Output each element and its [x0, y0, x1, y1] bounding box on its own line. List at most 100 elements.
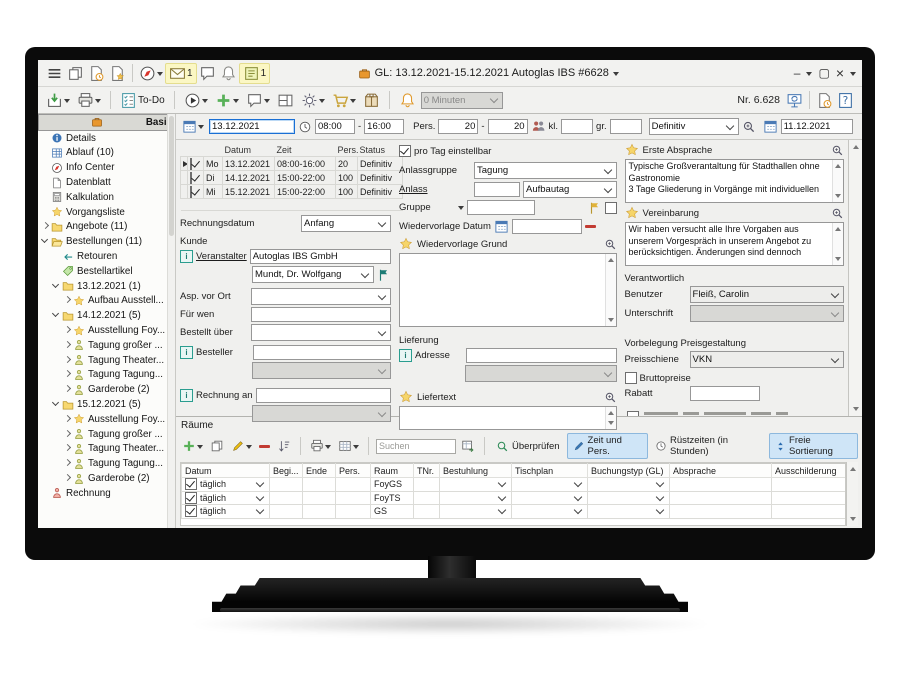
anlass-select[interactable]: Aufbautag — [523, 181, 617, 198]
info-center-button[interactable] — [137, 64, 165, 83]
tree-expander[interactable] — [52, 267, 61, 276]
sort-button[interactable] — [275, 438, 293, 454]
table-view-button[interactable] — [336, 438, 361, 454]
zeit-pers-toggle[interactable]: Zeit und Pers. — [567, 433, 648, 459]
col-ausschilderung[interactable]: Ausschilderung — [772, 464, 846, 478]
col-buchungstyp[interactable]: Buchungstyp (GL) — [588, 464, 670, 478]
scroll-down-icon[interactable] — [835, 194, 841, 201]
tree-expander[interactable] — [63, 341, 72, 350]
todo-button[interactable]: To-Do — [118, 91, 167, 110]
col-tischplan[interactable]: Tischplan — [512, 464, 588, 478]
vereinbarung-textarea[interactable]: Wir haben versucht alle Ihre Vorgaben au… — [625, 222, 845, 266]
reminder-button[interactable] — [397, 91, 418, 110]
bruttopreise-checkbox[interactable] — [625, 372, 637, 384]
gr-input[interactable] — [610, 119, 642, 134]
settings-button[interactable] — [299, 91, 327, 110]
chevron-down-icon[interactable] — [256, 493, 264, 501]
sidebar-item[interactable]: Tagung Theater... — [38, 353, 175, 368]
room-ende[interactable] — [303, 478, 336, 492]
room-pers[interactable] — [336, 505, 371, 519]
sidebar-item[interactable]: Tagung großer ... — [38, 338, 175, 353]
day-checkbox[interactable] — [190, 186, 192, 198]
export-button[interactable] — [44, 91, 72, 110]
print-button[interactable] — [75, 91, 103, 110]
wv-datum-input[interactable] — [512, 219, 582, 234]
day-row[interactable]: Mi 15.12.2021 15:00-22:00 100 Definitiv — [181, 185, 403, 199]
sidebar-item[interactable]: Rechnung — [38, 486, 175, 501]
room-beginn[interactable] — [270, 505, 303, 519]
col-beginn[interactable]: Begi... — [270, 464, 303, 478]
textbox-scrollbar[interactable] — [832, 223, 843, 265]
scroll-up-icon[interactable] — [835, 224, 841, 231]
room-tnr[interactable] — [414, 491, 440, 505]
anlass-code-input[interactable] — [474, 182, 520, 197]
tree-expander[interactable] — [52, 400, 61, 409]
veranstalter-input[interactable]: Autoglas IBS GmbH — [250, 249, 391, 264]
remove-icon[interactable] — [585, 225, 596, 228]
calendar-icon[interactable] — [494, 219, 509, 234]
scroll-up-icon[interactable] — [853, 142, 859, 149]
room-pers[interactable] — [336, 491, 371, 505]
tree-expander[interactable] — [52, 252, 61, 261]
sidebar-item[interactable]: Kalkulation — [38, 190, 175, 205]
room-ausschilderung[interactable] — [772, 478, 846, 492]
room-tnr[interactable] — [414, 478, 440, 492]
gruppe-dropdown-icon[interactable] — [458, 206, 464, 213]
ruestzeiten-button[interactable]: Rüstzeiten (in Stunden) — [651, 434, 766, 458]
status-select[interactable]: Definitiv — [649, 118, 739, 135]
rechnung-an-input[interactable] — [256, 388, 391, 403]
tree-expander[interactable] — [63, 385, 72, 394]
tree-expander[interactable] — [41, 148, 50, 157]
besteller-input[interactable] — [253, 345, 391, 360]
bestellt-ueber-select[interactable] — [251, 324, 391, 341]
textbox-scrollbar[interactable] — [605, 407, 616, 429]
tree-expander[interactable] — [42, 118, 51, 127]
pers-from-input[interactable]: 20 — [438, 119, 478, 134]
alerts-button[interactable] — [218, 64, 239, 83]
room-tnr[interactable] — [414, 505, 440, 519]
room-absprache[interactable] — [670, 491, 772, 505]
maximize-button[interactable]: ▢ — [818, 66, 829, 80]
room-checkbox[interactable] — [185, 492, 197, 504]
magnifier-plus-icon[interactable] — [742, 120, 756, 134]
tree-expander[interactable] — [63, 459, 72, 468]
add-button[interactable] — [213, 91, 241, 110]
room-ende[interactable] — [303, 491, 336, 505]
pro-tag-checkbox[interactable] — [399, 145, 411, 157]
tree-expander[interactable] — [63, 356, 72, 365]
copy-room-button[interactable] — [208, 438, 226, 454]
sidebar-item[interactable]: Tagung Tagung... — [38, 456, 175, 471]
end-date-input[interactable]: 11.12.2021 — [781, 119, 853, 134]
chevron-down-icon[interactable] — [574, 493, 582, 501]
chevron-down-icon[interactable] — [256, 506, 264, 514]
tree-expander[interactable] — [63, 370, 72, 379]
tree-expander[interactable] — [41, 163, 50, 172]
magnifier-plus-icon[interactable] — [831, 207, 844, 220]
chat-button[interactable] — [197, 64, 218, 83]
scroll-down-icon[interactable] — [853, 407, 859, 414]
textbox-scrollbar[interactable] — [832, 160, 843, 202]
chevron-down-icon[interactable] — [498, 493, 506, 501]
kontakt-select[interactable]: Mundt, Dr. Wolfgang — [252, 266, 374, 283]
tree-expander[interactable] — [63, 444, 72, 453]
print-rooms-button[interactable] — [308, 438, 333, 454]
room-raum[interactable]: FoyTS — [371, 491, 414, 505]
favorite-doc-button[interactable] — [107, 64, 128, 83]
room-pers[interactable] — [336, 478, 371, 492]
minimize-button[interactable]: – — [794, 66, 801, 80]
tree-expander[interactable] — [63, 415, 72, 424]
chevron-down-icon[interactable] — [574, 506, 582, 514]
contact-badge-icon[interactable]: i — [180, 346, 193, 359]
sidebar-item[interactable]: Garderobe (2) — [38, 471, 175, 486]
kl-input[interactable] — [561, 119, 593, 134]
room-raum[interactable]: GS — [371, 505, 414, 519]
adresse-kontakt-select[interactable] — [465, 365, 617, 382]
tree-expander[interactable] — [63, 326, 72, 335]
day-row[interactable]: Di 14.12.2021 15:00-22:00 100 Definitiv — [181, 171, 403, 185]
col-absprache[interactable]: Absprache — [670, 464, 772, 478]
sidebar-item[interactable]: Tagung Tagung... — [38, 368, 175, 383]
sidebar-item[interactable]: Angebote (11) — [38, 220, 175, 235]
calendar-button[interactable] — [180, 118, 206, 135]
help-button[interactable] — [835, 91, 856, 110]
col-raum[interactable]: Raum — [371, 464, 414, 478]
